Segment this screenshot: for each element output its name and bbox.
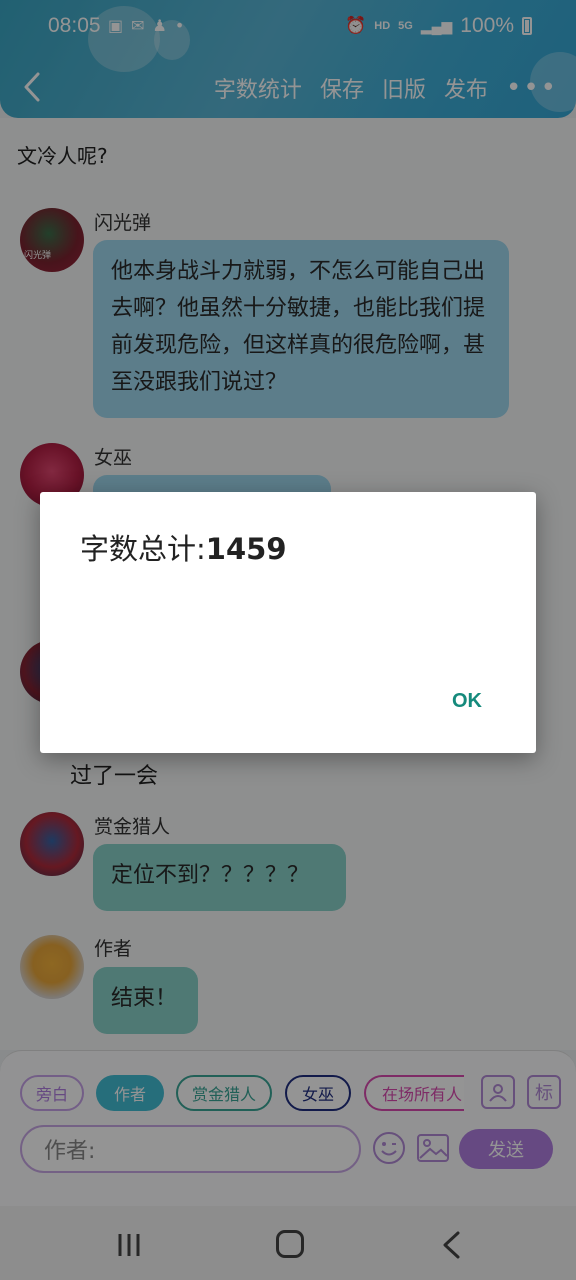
dialog-label: 字数总计: [80,532,206,566]
ok-button[interactable]: OK [452,690,482,713]
word-count-dialog: 字数总计:1459 OK [40,492,536,753]
word-count-value: 1459 [205,532,287,566]
dialog-message: 字数总计:1459 [80,526,287,568]
